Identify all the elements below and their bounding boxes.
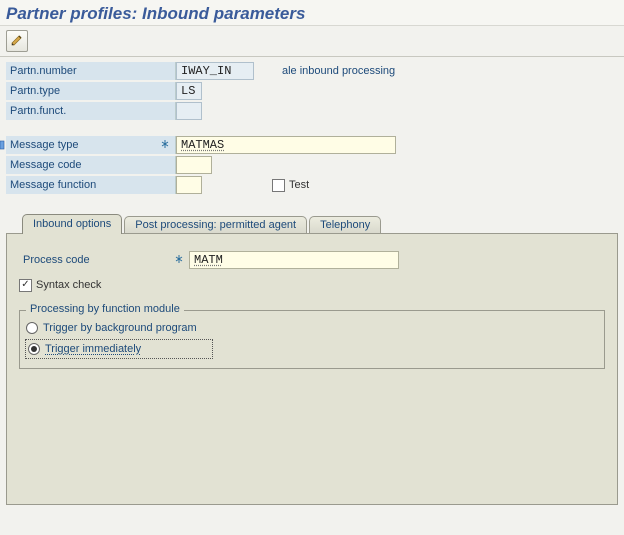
checkbox-syntax-check[interactable]: Syntax check [19, 279, 101, 292]
radio-trigger-background-dot [26, 322, 38, 334]
tabstrip: Inbound options Post processing: permitt… [6, 213, 618, 505]
required-icon [160, 139, 172, 151]
row-process-code: Process code MATM [19, 250, 605, 270]
row-message-code: Message code [6, 155, 618, 175]
radio-trigger-background[interactable]: Trigger by background program [26, 319, 598, 337]
label-process-code-text: Process code [23, 254, 90, 266]
checkbox-test-label: Test [289, 179, 309, 191]
label-process-code: Process code [19, 250, 189, 270]
tab-panel-inbound: Process code MATM Syntax check Processin… [6, 233, 618, 505]
radio-trigger-background-label: Trigger by background program [43, 322, 197, 334]
group-processing-by-function-module: Processing by function module Trigger by… [19, 310, 605, 369]
cursor-marker-icon [0, 138, 6, 152]
checkbox-syntax-check-label: Syntax check [36, 279, 101, 291]
row-partn-type: Partn.type LS [6, 81, 618, 101]
label-partn-funct: Partn.funct. [6, 102, 176, 120]
field-message-type-value: MATMAS [181, 138, 224, 152]
tab-telephony[interactable]: Telephony [309, 216, 381, 234]
aux-partn-number: ale inbound processing [282, 65, 395, 77]
row-partn-funct: Partn.funct. [6, 101, 618, 121]
checkbox-syntax-check-box [19, 279, 32, 292]
content-area: Partn.number IWAY_IN ale inbound process… [0, 57, 624, 511]
radio-trigger-immediately-label: Trigger immediately [45, 343, 141, 355]
field-partn-number: IWAY_IN [176, 62, 254, 80]
field-message-func[interactable] [176, 176, 202, 194]
label-partn-number: Partn.number [6, 62, 176, 80]
row-message-func: Message function Test [6, 175, 618, 195]
label-message-type: Message type [6, 136, 176, 154]
page-title: Partner profiles: Inbound parameters [0, 0, 624, 26]
field-process-code[interactable]: MATM [189, 251, 399, 269]
label-message-code: Message code [6, 156, 176, 174]
tab-post-processing[interactable]: Post processing: permitted agent [124, 216, 307, 234]
field-message-code[interactable] [176, 156, 212, 174]
toolbar [0, 26, 624, 57]
tab-inbound-options[interactable]: Inbound options [22, 214, 122, 234]
label-partn-type: Partn.type [6, 82, 176, 100]
edit-button[interactable] [6, 30, 28, 52]
radio-trigger-immediately-dot [28, 343, 40, 355]
field-message-type[interactable]: MATMAS [176, 136, 396, 154]
pencil-icon [10, 33, 24, 50]
field-partn-funct [176, 102, 202, 120]
row-message-type: Message type MATMAS [6, 135, 618, 155]
group-legend: Processing by function module [26, 303, 184, 315]
field-process-code-value: MATM [194, 253, 223, 267]
label-message-type-text: Message type [10, 139, 78, 151]
checkbox-test[interactable]: Test [272, 179, 309, 192]
row-partn-number: Partn.number IWAY_IN ale inbound process… [6, 61, 618, 81]
label-message-func: Message function [6, 176, 176, 194]
checkbox-test-box [272, 179, 285, 192]
required-icon [174, 254, 186, 266]
tab-header: Inbound options Post processing: permitt… [6, 213, 618, 234]
field-partn-type: LS [176, 82, 202, 100]
radio-trigger-immediately[interactable]: Trigger immediately [26, 340, 212, 358]
